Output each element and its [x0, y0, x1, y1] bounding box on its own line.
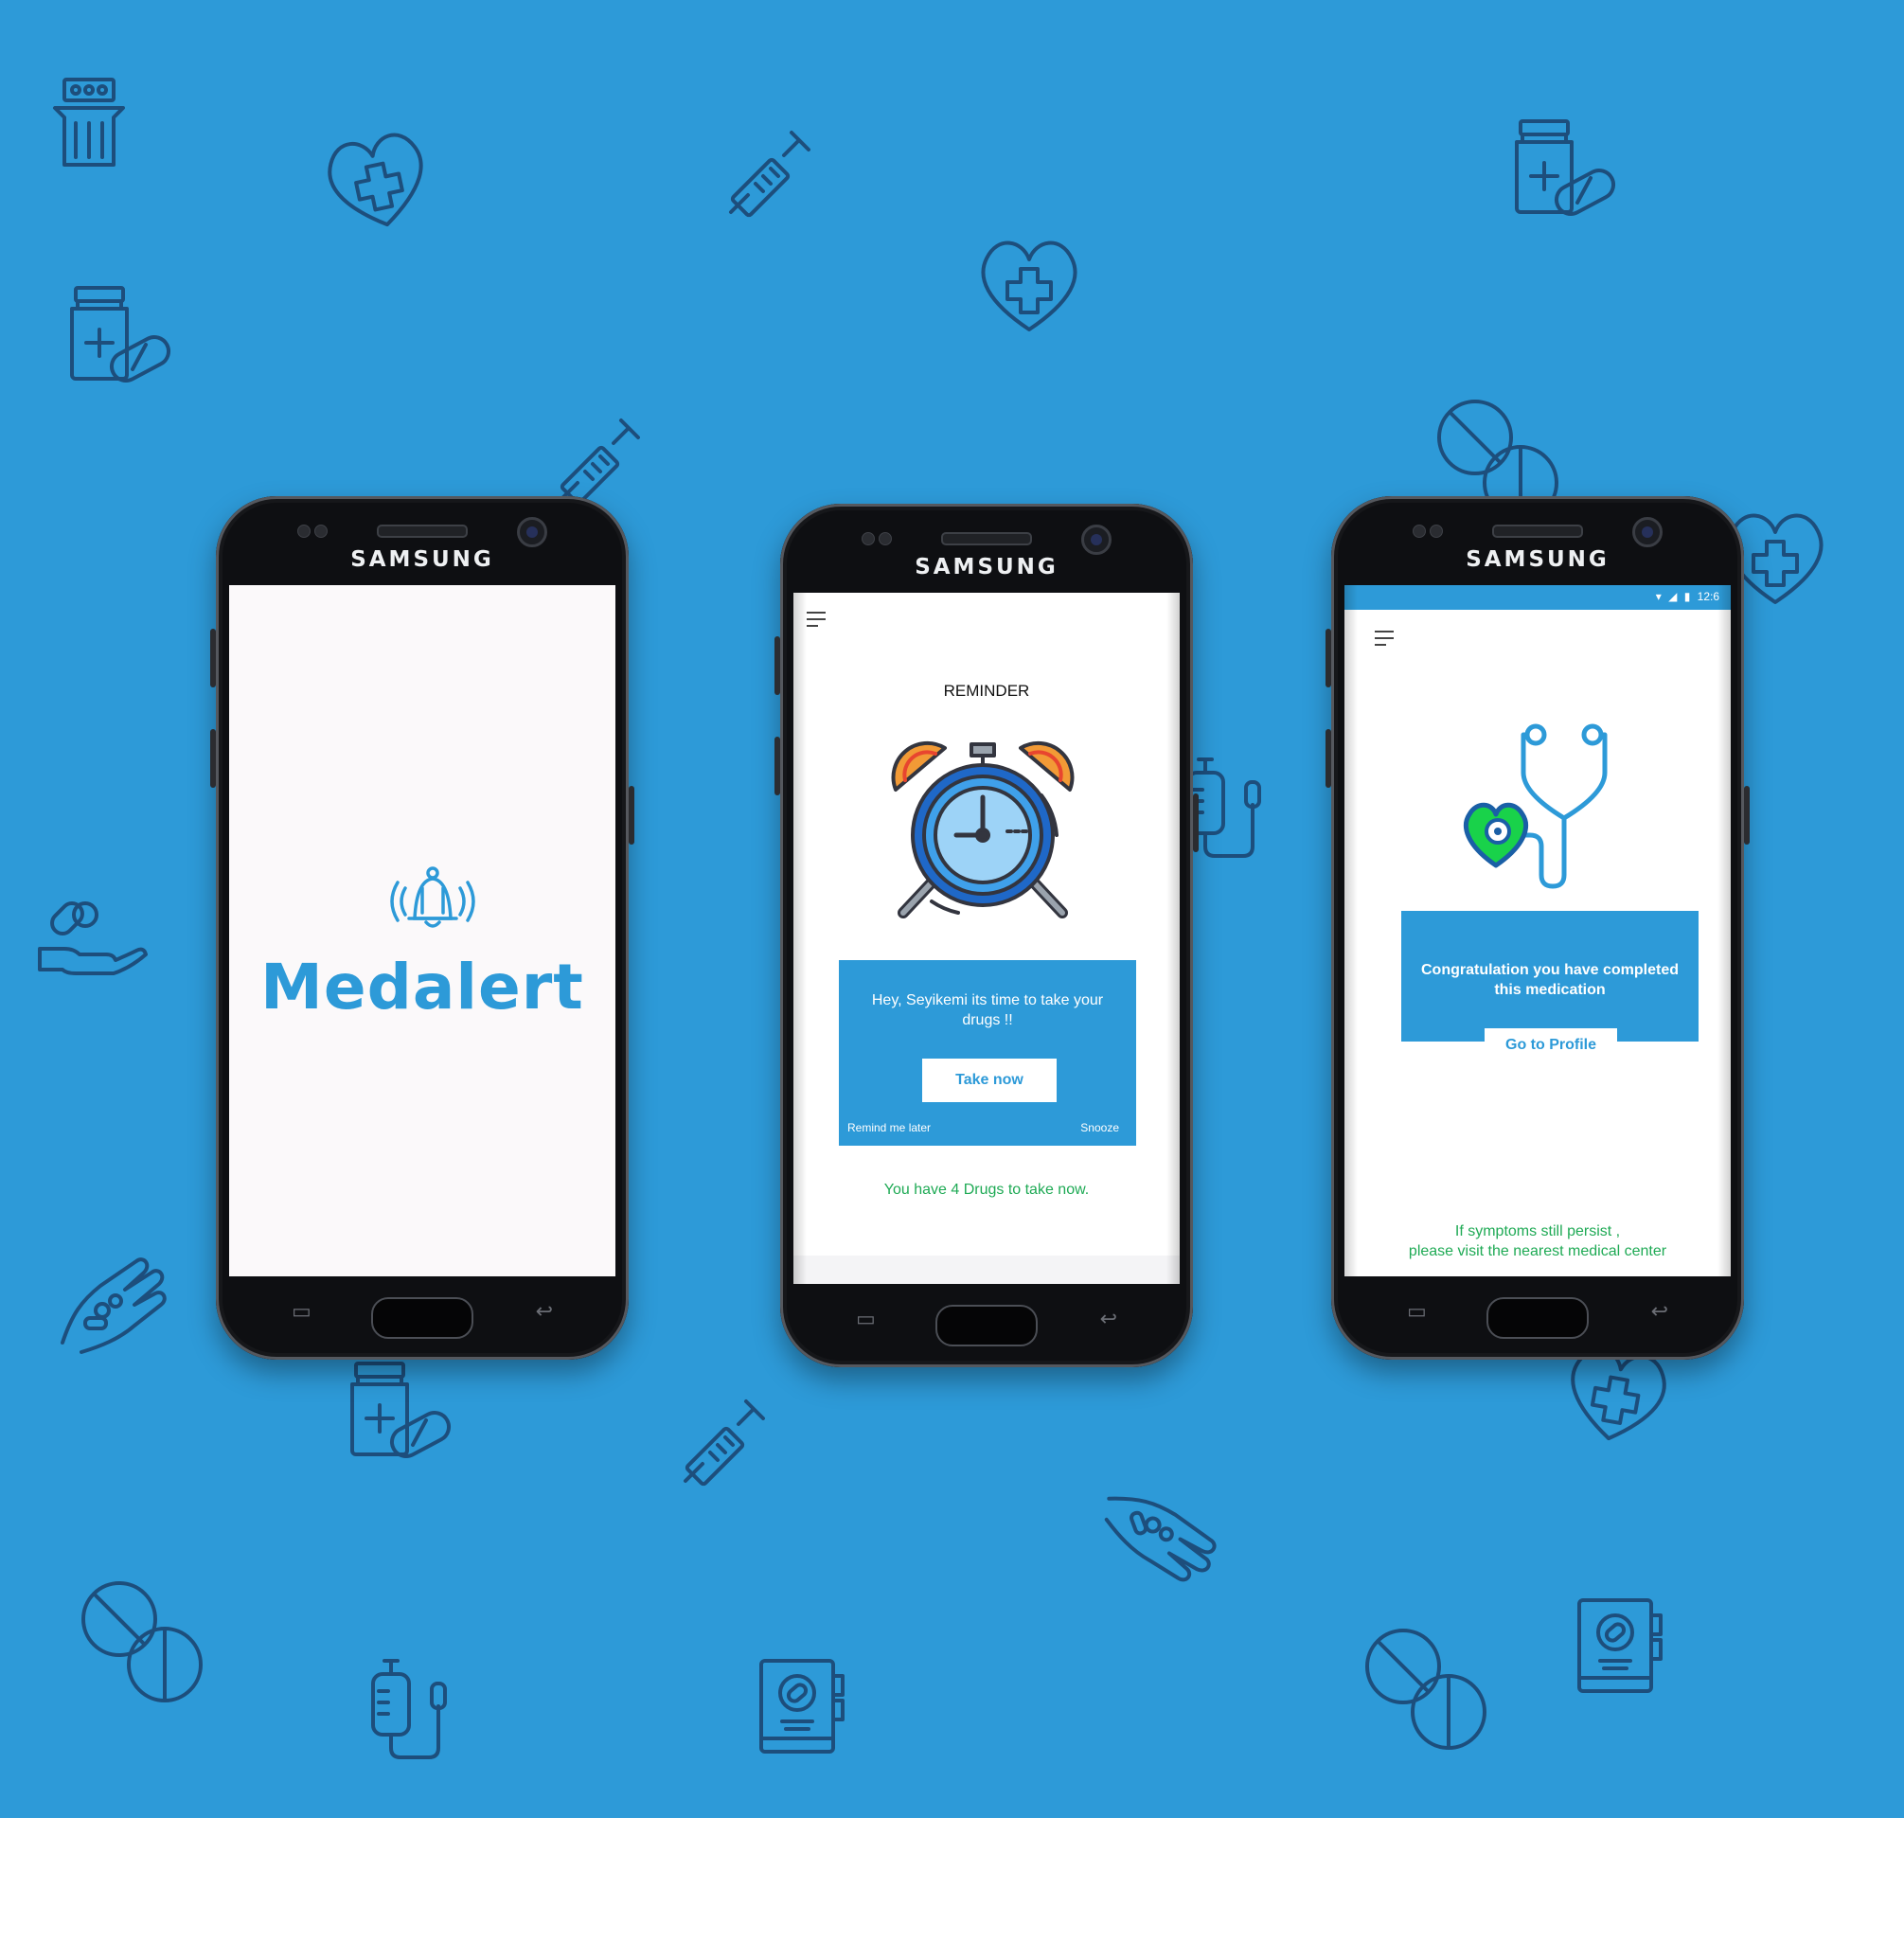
- symptoms-note-line2: please visit the nearest medical center: [1408, 1243, 1667, 1259]
- snooze-link[interactable]: Snooze: [1080, 1121, 1119, 1134]
- remind-later-link[interactable]: Remind me later: [847, 1121, 931, 1134]
- back-key[interactable]: ↩: [1100, 1307, 1117, 1331]
- phone-brand: SAMSUNG: [1466, 547, 1610, 572]
- stethoscope-heart-icon: [1464, 723, 1608, 889]
- medical-book-icon: [1577, 1598, 1663, 1693]
- status-time: 12:6: [1697, 590, 1719, 603]
- symptoms-note-line1: If symptoms still persist ,: [1454, 1223, 1621, 1239]
- syringe-icon: [684, 1399, 765, 1488]
- medical-book-icon: [759, 1659, 845, 1754]
- back-key[interactable]: ↩: [536, 1299, 553, 1324]
- wifi-icon: ▾: [1655, 590, 1662, 603]
- reminder-card: Hey, Seyikemi its time to take your drug…: [839, 960, 1136, 1146]
- earpiece-speaker: [377, 525, 468, 538]
- completion-card: Congratulation you have completed this m…: [1401, 911, 1699, 1042]
- pill-bottle-icon: [350, 1362, 456, 1464]
- earpiece-speaker: [1492, 525, 1583, 538]
- pill-bottle-icon: [1515, 119, 1621, 222]
- app-logo-text: Medalert: [260, 951, 584, 1024]
- hamburger-menu-icon[interactable]: [1375, 631, 1394, 646]
- battery-icon: ▮: [1683, 590, 1691, 603]
- pill-bottle-icon: [70, 286, 176, 388]
- symptoms-note: If symptoms still persist , please visit…: [1344, 1221, 1731, 1261]
- phone-reminder: SAMSUNG REMINDER Hey, Seyikemi its time …: [774, 504, 1199, 1367]
- syringe-icon: [729, 131, 810, 219]
- blue-background: SAMSUNG Medalert ▭ ↩ SAMSUNG REMINDER He…: [0, 0, 1904, 1818]
- earpiece-speaker: [941, 532, 1032, 545]
- hamburger-menu-icon[interactable]: [807, 612, 826, 627]
- recent-apps-key[interactable]: ▭: [1407, 1299, 1427, 1324]
- no-pill-icon: [1365, 1629, 1486, 1750]
- splash-screen: Medalert: [229, 585, 615, 1276]
- front-camera: [1081, 525, 1112, 555]
- drugs-count-note: You have 4 Drugs to take now.: [883, 1182, 1090, 1198]
- home-button[interactable]: [371, 1297, 473, 1339]
- signal-icon: ◢: [1668, 590, 1678, 603]
- reminder-title: REMINDER: [943, 682, 1030, 700]
- go-to-profile-button[interactable]: Go to Profile: [1485, 1028, 1617, 1062]
- hand-pills-icon: [38, 897, 148, 975]
- heart-cross-icon: [1561, 1343, 1671, 1449]
- phone-completion: SAMSUNG ▾ ◢ ▮ 12:6 Congratulation you ha…: [1326, 496, 1750, 1360]
- heart-plus-icon: [981, 241, 1077, 331]
- reminder-screen: REMINDER Hey, Seyikemi its time to take …: [793, 593, 1180, 1284]
- reminder-message: Hey, Seyikemi its time to take your drug…: [871, 992, 1104, 1028]
- phone-brand: SAMSUNG: [350, 547, 494, 572]
- completion-message: Congratulation you have completed this m…: [1420, 962, 1680, 998]
- bell-logo-icon: [390, 866, 475, 928]
- hand-pills-icon: [1097, 1468, 1224, 1600]
- recent-apps-key[interactable]: ▭: [292, 1299, 311, 1324]
- back-key[interactable]: ↩: [1651, 1299, 1668, 1324]
- front-camera: [1632, 517, 1663, 547]
- hand-pills-icon: [61, 1257, 167, 1354]
- heart-cross-icon: [322, 128, 435, 237]
- completion-screen: ▾ ◢ ▮ 12:6 Congratulation you have compl: [1344, 585, 1731, 1276]
- home-button[interactable]: [935, 1305, 1038, 1346]
- syringe-icon: [559, 419, 640, 507]
- phone-brand: SAMSUNG: [915, 555, 1059, 579]
- home-button[interactable]: [1486, 1297, 1589, 1339]
- front-camera: [517, 517, 547, 547]
- status-bar: ▾ ◢ ▮ 12:6: [1344, 585, 1731, 610]
- alarm-clock-icon: [891, 740, 1075, 918]
- recent-apps-key[interactable]: ▭: [856, 1307, 876, 1331]
- iv-bag-icon: [371, 1659, 447, 1759]
- no-pill-icon: [81, 1581, 203, 1702]
- phone-splash: SAMSUNG Medalert ▭ ↩: [210, 496, 634, 1360]
- pill-box-icon: [53, 78, 125, 167]
- take-now-button[interactable]: Take now: [922, 1059, 1057, 1102]
